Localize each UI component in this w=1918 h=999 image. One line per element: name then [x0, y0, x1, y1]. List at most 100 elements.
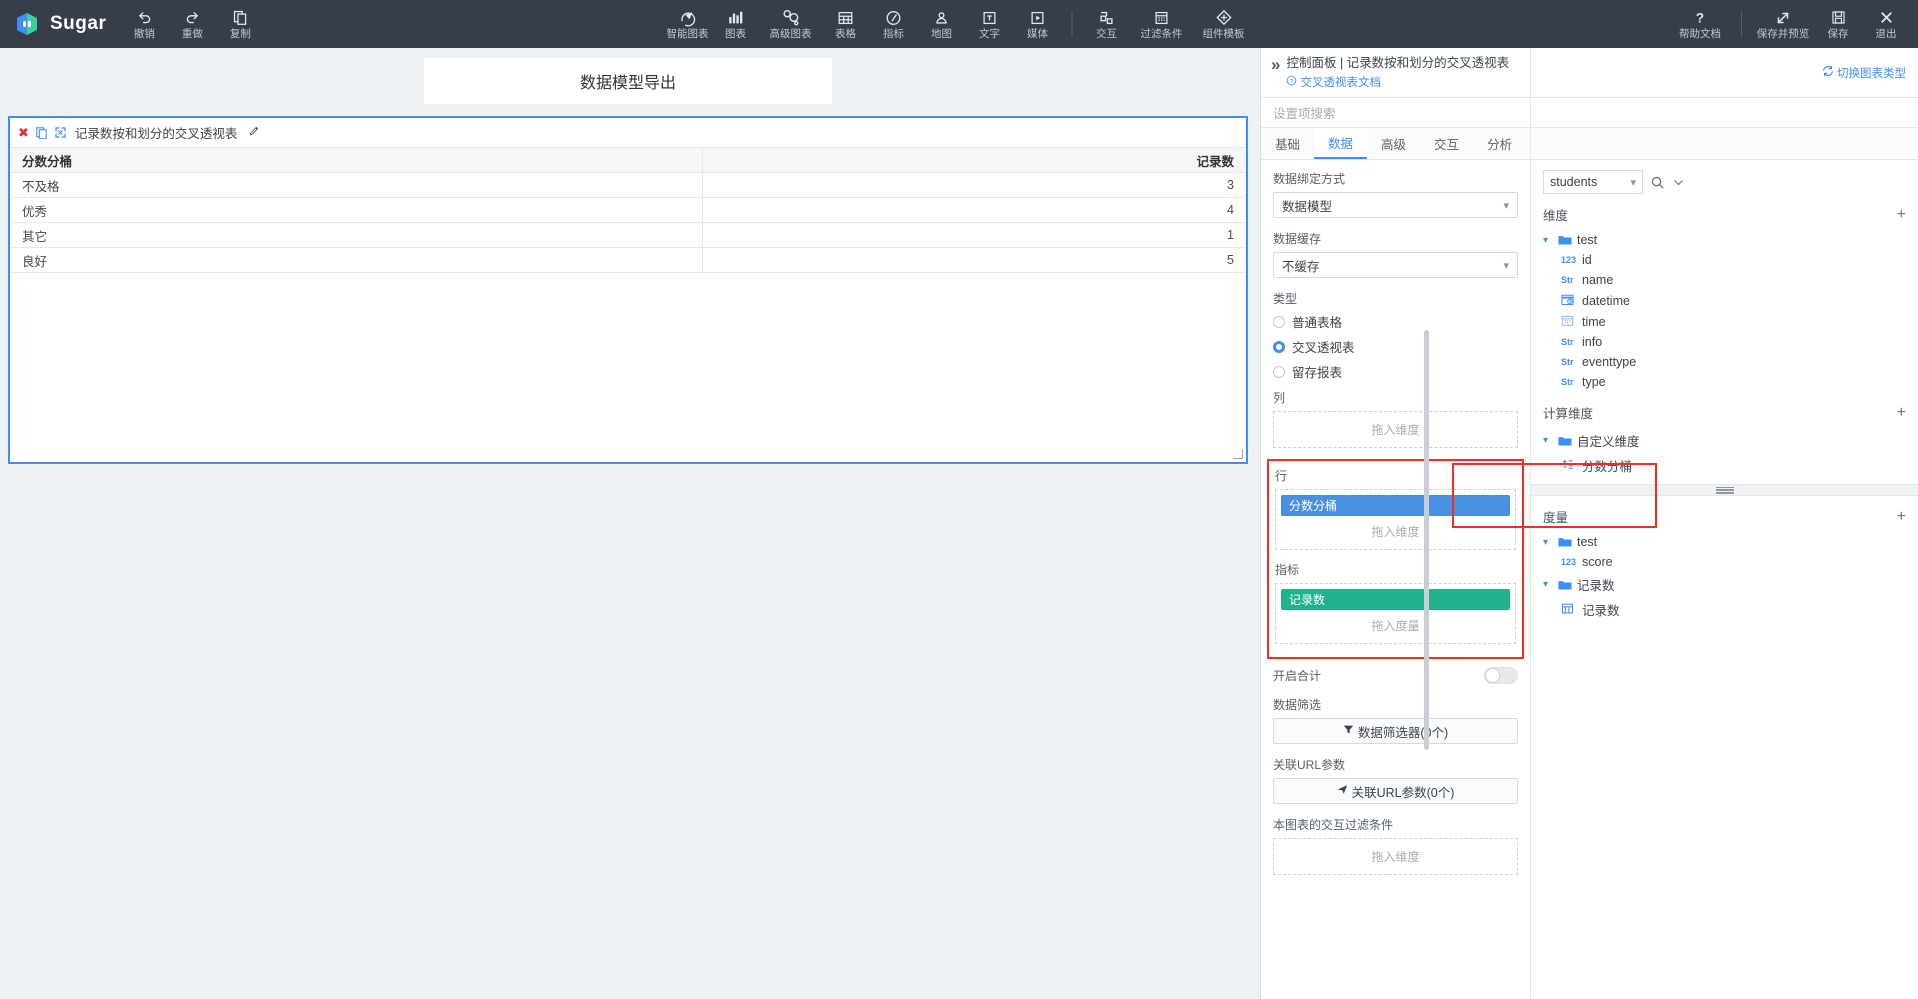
radio-indicator-selected	[1273, 341, 1285, 353]
toolbar-center-group: 智能图表 图表 高级图表	[664, 0, 1255, 48]
tree-field-datetime[interactable]: datetime	[1531, 290, 1918, 311]
toolbar-exit[interactable]: 退出	[1862, 0, 1910, 48]
tree-field-name[interactable]: Str name	[1531, 270, 1918, 290]
tab-basic[interactable]: 基础	[1261, 128, 1314, 159]
measures-dropzone[interactable]: 记录数 拖入度量	[1275, 583, 1516, 644]
toolbar-save[interactable]: 保存	[1814, 0, 1862, 48]
toolbar-media-label: 媒体	[1027, 29, 1048, 40]
dataset-select[interactable]: students ▾	[1543, 170, 1643, 194]
widget-toolbar: ✖ 记录数按和划分的交叉透视表	[10, 118, 1246, 147]
collapse-panel-icon[interactable]: »	[1271, 55, 1278, 97]
widget-title: 记录数按和划分的交叉透视表	[75, 123, 238, 142]
duplicate-icon[interactable]	[35, 126, 48, 139]
tab-advanced[interactable]: 高级	[1367, 128, 1420, 159]
column-header-dimension[interactable]: 分数分桶	[10, 148, 702, 173]
table-row[interactable]: 优秀 4	[10, 198, 1246, 223]
enable-total-toggle[interactable]	[1484, 667, 1518, 684]
toolbar-indicator[interactable]: 指标	[870, 0, 918, 48]
tree-field-time[interactable]: time	[1531, 311, 1918, 332]
switch-chart-type-button[interactable]: 切换图表类型	[1822, 65, 1906, 81]
cell-dimension: 不及格	[10, 173, 702, 198]
table-header-row: 分数分桶 记录数	[10, 148, 1246, 173]
toolbar-table[interactable]: 表格	[822, 0, 870, 48]
measure-chip-record-count[interactable]: 记录数	[1281, 589, 1510, 610]
table-row[interactable]: 其它 1	[10, 223, 1246, 248]
tree-field-eventtype[interactable]: Str eventtype	[1531, 352, 1918, 372]
app-brand[interactable]: Sugar	[0, 11, 120, 37]
cross-filter-dropzone-hint: 拖入维度	[1279, 844, 1512, 869]
pivot-doc-link[interactable]: ? 交叉透视表文档	[1286, 74, 1381, 90]
toolbar-component-template[interactable]: 组件模板	[1193, 0, 1255, 48]
columns-label: 列	[1273, 389, 1518, 406]
toolbar-filter-condition-label: 过滤条件	[1141, 29, 1183, 40]
settings-form: 数据绑定方式 数据模型 ▾ 数据缓存 不缓存 ▾ 类型 普通表格 交叉透视	[1261, 160, 1530, 999]
add-dimension-icon[interactable]: +	[1897, 208, 1906, 222]
tree-field-score[interactable]: 123 score	[1531, 552, 1918, 572]
settings-form-scrollbar[interactable]	[1424, 330, 1429, 750]
tab-interaction[interactable]: 交互	[1420, 128, 1473, 159]
toolbar-interaction[interactable]: 交互	[1083, 0, 1131, 48]
tree-field-label: type	[1582, 375, 1606, 389]
tree-field-score-bucket[interactable]: 分数分桶	[1531, 453, 1918, 478]
toolbar-media[interactable]: 媒体	[1014, 0, 1062, 48]
tree-field-id[interactable]: 123 id	[1531, 250, 1918, 270]
radio-retention-report[interactable]: 留存报表	[1273, 362, 1518, 381]
calculated-dimensions-label: 计算维度	[1543, 403, 1593, 422]
tree-folder-test-dim[interactable]: ▾ test	[1531, 230, 1918, 250]
tree-folder-custom-dim[interactable]: ▾ 自定义维度	[1531, 428, 1918, 453]
rows-dropzone[interactable]: 分数分桶 拖入维度	[1275, 489, 1516, 550]
dataset-selector-bar: students ▾	[1531, 160, 1918, 194]
tree-field-info[interactable]: Str info	[1531, 332, 1918, 352]
toolbar-text[interactable]: 文字	[966, 0, 1014, 48]
toolbar-copy[interactable]: 复制	[216, 0, 264, 48]
pivot-table[interactable]: 分数分桶 记录数 不及格 3 优秀 4 其它 1	[10, 147, 1246, 273]
toolbar-redo[interactable]: 重做	[168, 0, 216, 48]
expand-all-chevron-icon[interactable]	[1672, 176, 1685, 189]
dimension-chip-score-bucket[interactable]: 分数分桶	[1281, 495, 1510, 516]
toolbar-help[interactable]: ? 帮助文档	[1669, 0, 1731, 48]
toolbar-map[interactable]: 地图	[918, 0, 966, 48]
radio-normal-table[interactable]: 普通表格	[1273, 312, 1518, 331]
cell-measure: 3	[702, 173, 1246, 198]
toolbar-save-preview[interactable]: 保存并预览	[1752, 0, 1814, 48]
fullscreen-icon[interactable]	[54, 126, 67, 139]
edit-pencil-icon[interactable]	[248, 125, 260, 140]
binding-method-select[interactable]: 数据模型 ▾	[1273, 192, 1518, 218]
tree-folder-test-measure[interactable]: ▾ test	[1531, 532, 1918, 552]
pivot-table-widget[interactable]: ✖ 记录数按和划分的交叉透视表	[8, 116, 1248, 464]
tree-field-record-count[interactable]: 记录数	[1531, 597, 1918, 622]
tree-folder-label: test	[1577, 233, 1597, 247]
toolbar-chart[interactable]: 图表	[712, 0, 760, 48]
settings-search-input[interactable]: 设置项搜索	[1261, 98, 1530, 128]
columns-dropzone[interactable]: 拖入维度	[1273, 411, 1518, 448]
media-icon	[1029, 8, 1047, 27]
tree-folder-record-count[interactable]: ▾ 记录数	[1531, 572, 1918, 597]
tab-analysis[interactable]: 分析	[1473, 128, 1526, 159]
add-calculated-dimension-icon[interactable]: +	[1897, 406, 1906, 420]
page-title-widget[interactable]: 数据模型导出	[424, 58, 832, 104]
delete-icon[interactable]: ✖	[18, 125, 29, 141]
tab-data[interactable]: 数据	[1314, 128, 1367, 159]
measures-section-label: 度量	[1543, 507, 1568, 526]
data-filter-button[interactable]: 数据筛选器(0个)	[1273, 718, 1518, 744]
search-icon[interactable]	[1650, 175, 1665, 190]
toolbar-table-label: 表格	[835, 29, 856, 40]
tree-field-type[interactable]: Str type	[1531, 372, 1918, 392]
toolbar-filter-condition[interactable]: 过滤条件	[1131, 0, 1193, 48]
type-label: 类型	[1273, 290, 1518, 307]
column-header-measure[interactable]: 记录数	[702, 148, 1246, 173]
radio-pivot-table[interactable]: 交叉透视表	[1273, 337, 1518, 356]
dashboard-canvas[interactable]: 数据模型导出 ✖ 记录数按和划分的交叉透视表	[0, 48, 1260, 999]
cross-filter-dropzone[interactable]: 拖入维度	[1273, 838, 1518, 875]
add-measure-icon[interactable]: +	[1897, 510, 1906, 524]
url-param-button[interactable]: 关联URL参数(0个)	[1273, 778, 1518, 804]
toolbar-undo[interactable]: 撤销	[120, 0, 168, 48]
panel-resize-grip[interactable]	[1531, 484, 1918, 496]
data-cache-select[interactable]: 不缓存 ▾	[1273, 252, 1518, 278]
widget-resize-handle[interactable]	[1232, 448, 1244, 460]
dimensions-section-header: 维度 +	[1531, 194, 1918, 230]
toolbar-advanced-chart[interactable]: 高级图表	[760, 0, 822, 48]
table-row[interactable]: 良好 5	[10, 248, 1246, 273]
toolbar-smart-chart[interactable]: 智能图表	[664, 0, 712, 48]
table-row[interactable]: 不及格 3	[10, 173, 1246, 198]
